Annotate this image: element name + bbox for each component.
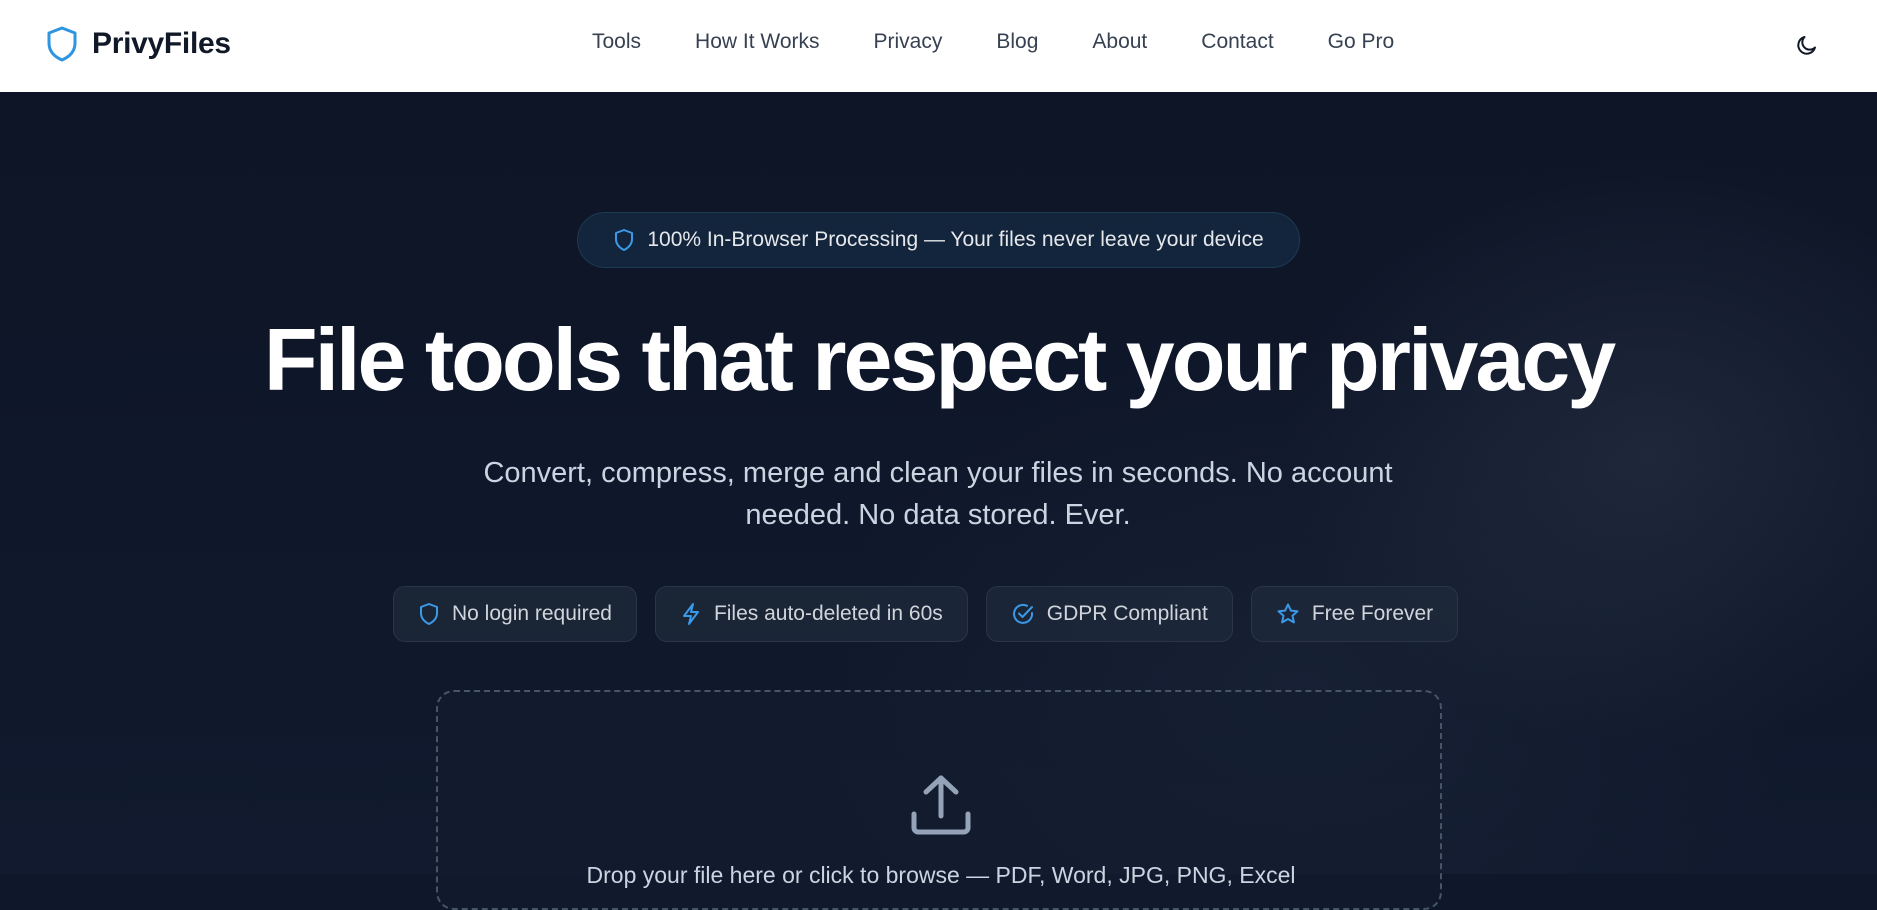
nav-how-it-works[interactable]: How It Works — [695, 30, 819, 54]
site-header: PrivyFiles Tools How It Works Privacy Bl… — [0, 0, 1877, 92]
lightning-icon — [682, 603, 699, 625]
upload-icon — [911, 775, 971, 835]
hero-subhead: Convert, compress, merge and clean your … — [483, 457, 1393, 531]
badge-gdpr: GDPR Compliant — [985, 586, 1233, 642]
moon-icon — [1797, 36, 1816, 55]
brand-name: PrivyFiles — [92, 27, 231, 60]
badge-label: Free Forever — [1311, 602, 1434, 625]
badge-no-login: No login required — [393, 586, 637, 642]
main-nav: Tools How It Works Privacy Blog About Co… — [592, 30, 1448, 54]
hero-headline: File tools that respect your privacy — [263, 310, 1616, 409]
privacy-pill: 100% In-Browser Processing — Your files … — [577, 212, 1300, 268]
shield-icon — [615, 229, 634, 251]
nav-privacy[interactable]: Privacy — [874, 30, 943, 54]
pill-text: 100% In-Browser Processing — Your files … — [647, 228, 1264, 251]
badge-label: GDPR Compliant — [1046, 602, 1208, 625]
badge-auto-delete: Files auto-deleted in 60s — [654, 586, 968, 642]
nav-go-pro[interactable]: Go Pro — [1328, 30, 1395, 54]
check-circle-icon — [1012, 603, 1033, 624]
shield-logo-icon — [47, 26, 77, 62]
nav-tools[interactable]: Tools — [592, 30, 641, 54]
star-icon — [1277, 603, 1299, 624]
shield-icon — [420, 603, 438, 625]
nav-contact[interactable]: Contact — [1201, 30, 1273, 54]
badge-free: Free Forever — [1250, 586, 1459, 642]
badge-label: No login required — [452, 602, 612, 625]
badge-label: Files auto-deleted in 60s — [713, 602, 943, 625]
nav-about[interactable]: About — [1092, 30, 1147, 54]
brand-logo[interactable]: PrivyFiles — [46, 26, 231, 62]
feature-badges: No login required Files auto-deleted in … — [393, 586, 1459, 642]
nav-blog[interactable]: Blog — [996, 30, 1038, 54]
theme-toggle-button[interactable] — [1792, 30, 1822, 60]
file-dropzone[interactable]: Drop your file here or click to browse —… — [436, 690, 1442, 910]
dropzone-text: Drop your file here or click to browse —… — [586, 862, 1296, 888]
